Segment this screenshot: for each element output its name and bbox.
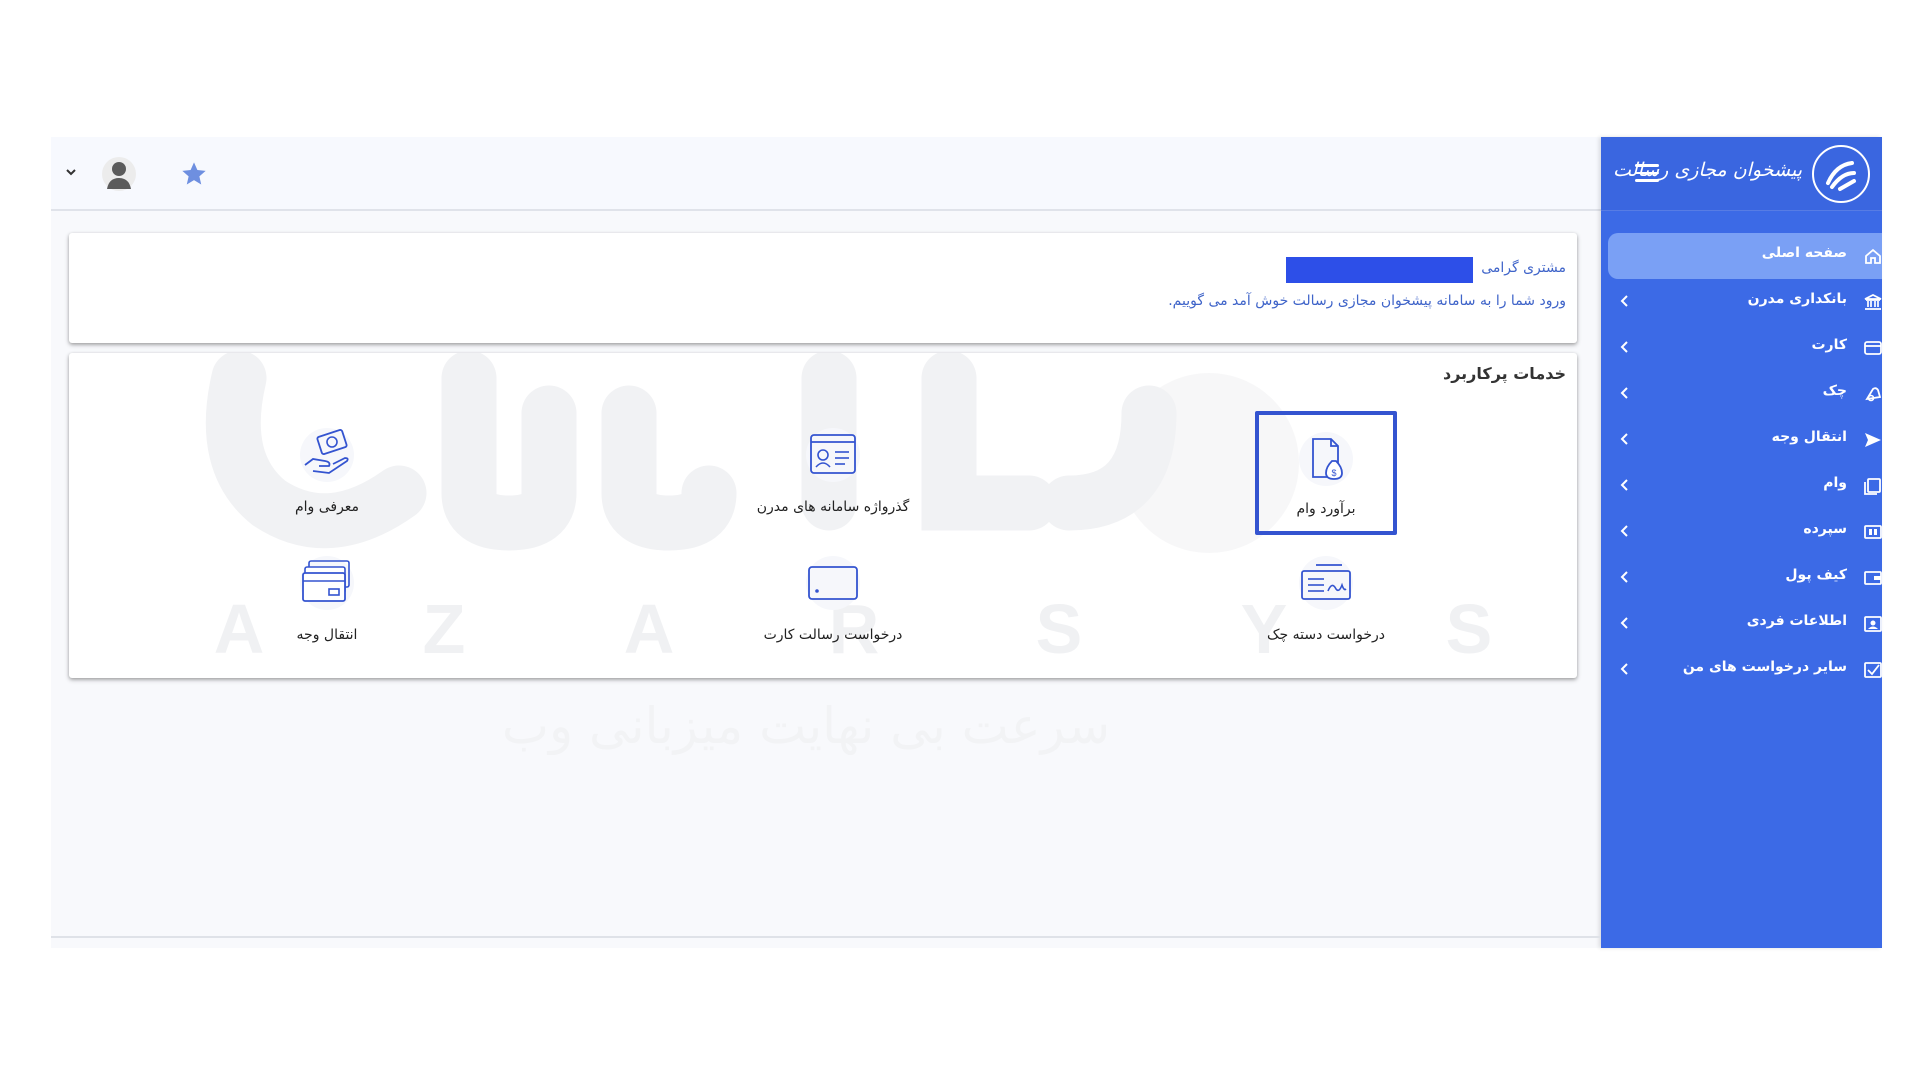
sidebar-item-label: چک — [1822, 383, 1847, 399]
sidebar-nav: صفحه اصلی بانکداری مدرن کارت چک انتقال وجه وا… — [1601, 233, 1882, 693]
sidebar-item-wallet[interactable]: کیف پول — [1608, 555, 1882, 601]
sidebar-item-label: انتقال وجه — [1771, 429, 1847, 445]
avatar[interactable] — [101, 155, 137, 193]
send-icon — [1865, 433, 1881, 447]
wallet-icon — [1864, 571, 1882, 585]
resalat-logo-icon — [1826, 161, 1856, 191]
service-label: برآورد وام — [1296, 501, 1356, 517]
deposit-icon — [1864, 525, 1882, 539]
sidebar-item-check[interactable]: چک — [1608, 371, 1882, 417]
chevron-left-icon — [1620, 341, 1628, 353]
chevron-left-icon — [1620, 387, 1628, 399]
sidebar-item-label: کارت — [1811, 337, 1847, 353]
watermark-letter: A — [624, 590, 675, 668]
service-label: انتقال وجه — [296, 627, 358, 643]
chevron-left-icon — [1620, 663, 1628, 675]
password-id-icon — [806, 428, 860, 482]
service-loan-estimate[interactable]: $ برآورد وام — [1255, 411, 1397, 535]
watermark-tagline: سرعت بی نهایت میزبانی وب — [501, 697, 1111, 755]
check-icon — [1865, 387, 1882, 402]
sidebar-item-loan[interactable]: وام — [1608, 463, 1882, 509]
watermark-letter: Z — [423, 590, 466, 668]
sidebar-header: پیشخوان مجازی رسالت — [1601, 137, 1882, 211]
service-card-request[interactable]: درخواست رسالت کارت — [733, 539, 933, 659]
menu-icon[interactable] — [1635, 164, 1659, 184]
bank-logo — [1812, 145, 1870, 203]
watermark-letter: S — [1446, 590, 1493, 668]
sidebar-item-label: سپرده — [1803, 521, 1847, 537]
card-request-icon — [806, 556, 860, 610]
sidebar: پیشخوان مجازی رسالت صفحه اصلی بانکداری مد… — [1601, 137, 1882, 948]
app-window: مشتری گرامی ورود شما را به سامانه پیشخوا… — [51, 137, 1882, 948]
profile-icon — [1864, 616, 1882, 632]
requests-icon — [1864, 662, 1882, 678]
sidebar-item-home[interactable]: صفحه اصلی — [1608, 233, 1882, 279]
chevron-left-icon — [1620, 571, 1628, 583]
sidebar-item-bank[interactable]: بانکداری مدرن — [1608, 279, 1882, 325]
loan-intro-icon — [300, 428, 354, 482]
sidebar-item-deposit[interactable]: سپرده — [1608, 509, 1882, 555]
greeting-text: مشتری گرامی — [1481, 260, 1566, 276]
home-icon — [1865, 248, 1881, 264]
service-checkbook-request[interactable]: درخواست دسته چک — [1251, 539, 1401, 659]
sidebar-item-requests[interactable]: سایر درخواست های من — [1608, 647, 1882, 693]
chevron-left-icon — [1620, 479, 1628, 491]
sidebar-item-label: وام — [1823, 475, 1847, 491]
watermark-letter: S — [1036, 590, 1083, 668]
service-money-transfer[interactable]: انتقال وجه — [252, 539, 402, 659]
service-label: معرفی وام — [294, 499, 360, 515]
checkbook-icon — [1299, 556, 1353, 610]
sidebar-item-profile[interactable]: اطلاعات فردی — [1608, 601, 1882, 647]
sidebar-item-label: اطلاعات فردی — [1746, 613, 1847, 629]
chevron-down-icon[interactable] — [65, 166, 77, 178]
sidebar-item-label: کیف پول — [1785, 567, 1847, 583]
sidebar-item-card[interactable]: کارت — [1608, 325, 1882, 371]
chevron-left-icon — [1620, 525, 1628, 537]
sidebar-item-send[interactable]: انتقال وجه — [1608, 417, 1882, 463]
card-icon — [1864, 341, 1882, 355]
service-modern-password[interactable]: گذرواژه سامانه های مدرن — [733, 411, 933, 531]
welcome-card: مشتری گرامی ورود شما را به سامانه پیشخوا… — [69, 233, 1577, 343]
svg-text:$: $ — [1331, 468, 1336, 478]
service-label: درخواست دسته چک — [1266, 627, 1386, 643]
service-loan-intro[interactable]: معرفی وام — [252, 411, 402, 531]
sidebar-item-label: صفحه اصلی — [1761, 245, 1847, 261]
service-label: گذرواژه سامانه های مدرن — [756, 499, 910, 515]
loan-icon — [1864, 478, 1881, 495]
redacted-customer-name — [1286, 257, 1473, 283]
section-title: خدمات پرکاربرد — [1443, 364, 1566, 383]
chevron-left-icon — [1620, 433, 1628, 445]
transfer-cards-icon — [300, 556, 354, 610]
sidebar-item-label: سایر درخواست های من — [1682, 659, 1847, 675]
chevron-left-icon — [1620, 295, 1628, 307]
star-icon[interactable] — [180, 160, 208, 188]
loan-estimate-icon: $ — [1299, 432, 1353, 486]
bank-icon — [1864, 294, 1882, 310]
top-bar — [51, 137, 1601, 211]
sidebar-item-label: بانکداری مدرن — [1747, 291, 1847, 307]
chevron-left-icon — [1620, 617, 1628, 629]
frequent-services-card: AZARSYS خدمات پرکاربرد $ برآورد وام گذرو… — [69, 353, 1577, 678]
welcome-message: ورود شما را به سامانه پیشخوان مجازی رسال… — [1168, 293, 1566, 309]
divider — [51, 936, 1601, 938]
service-label: درخواست رسالت کارت — [763, 627, 903, 643]
